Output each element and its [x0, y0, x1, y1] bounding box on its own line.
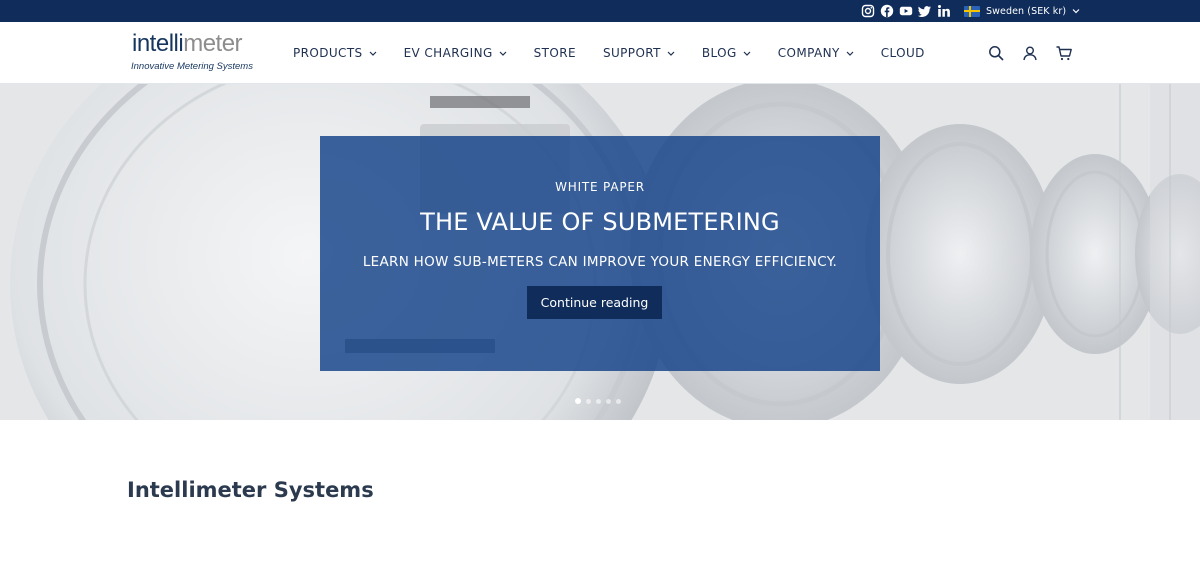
sweden-flag-icon — [964, 5, 980, 17]
slide-dot-4[interactable] — [606, 398, 611, 404]
slide-pagination — [575, 398, 621, 404]
slide-dot-1[interactable] — [575, 398, 581, 404]
intellimeter-logo[interactable]: intellimeter Innovative Metering Systems — [130, 30, 260, 76]
slide-dot-2[interactable] — [586, 398, 591, 404]
nav-item-company[interactable]: COMPANY — [778, 46, 854, 60]
section-title: Intellimeter Systems — [127, 478, 374, 502]
slide-dot-5[interactable] — [616, 398, 621, 404]
hero-eyebrow: WHITE PAPER — [555, 180, 645, 194]
chevron-down-icon — [667, 51, 675, 56]
nav-item-products[interactable]: PRODUCTS — [293, 46, 377, 60]
nav-item-support[interactable]: SUPPORT — [603, 46, 675, 60]
facebook-icon[interactable] — [880, 4, 894, 18]
locale-label: Sweden (SEK kr) — [986, 5, 1067, 17]
nav-item-blog[interactable]: BLOG — [702, 46, 751, 60]
chevron-down-icon — [369, 51, 377, 56]
hero-caption-panel: WHITE PAPER THE VALUE OF SUBMETERING LEA… — [320, 136, 880, 371]
slide-dot-3[interactable] — [596, 398, 601, 404]
header-actions — [988, 45, 1072, 61]
hero-slideshow: WHITE PAPER THE VALUE OF SUBMETERING LEA… — [0, 84, 1200, 420]
logo-wordmark: intellimeter — [132, 30, 243, 57]
nav-item-cloud[interactable]: CLOUD — [881, 46, 925, 60]
nav-item-store[interactable]: STORE — [534, 46, 576, 60]
chevron-down-icon — [846, 51, 854, 56]
youtube-icon[interactable] — [899, 4, 913, 18]
cart-icon[interactable] — [1056, 45, 1072, 61]
hero-title: THE VALUE OF SUBMETERING — [420, 208, 780, 236]
social-links — [861, 4, 951, 18]
main-nav: PRODUCTS EV CHARGING STORE SUPPORT BLOG … — [293, 22, 952, 84]
nav-item-ev-charging[interactable]: EV CHARGING — [404, 46, 507, 60]
top-bar: Sweden (SEK kr) — [0, 0, 1200, 22]
chevron-down-icon — [499, 51, 507, 56]
locale-selector[interactable]: Sweden (SEK kr) — [964, 3, 1080, 19]
twitter-icon[interactable] — [918, 4, 932, 18]
hero-subtitle: LEARN HOW SUB-METERS CAN IMPROVE YOUR EN… — [362, 254, 838, 270]
continue-reading-button[interactable]: Continue reading — [527, 286, 662, 319]
instagram-icon[interactable] — [861, 4, 875, 18]
linkedin-icon[interactable] — [937, 4, 951, 18]
search-icon[interactable] — [988, 45, 1004, 61]
logo-tagline: Innovative Metering Systems — [131, 61, 253, 72]
account-icon[interactable] — [1022, 45, 1038, 61]
chevron-down-icon — [743, 51, 751, 56]
chevron-down-icon — [1072, 9, 1080, 14]
site-header: intellimeter Innovative Metering Systems… — [0, 22, 1200, 84]
